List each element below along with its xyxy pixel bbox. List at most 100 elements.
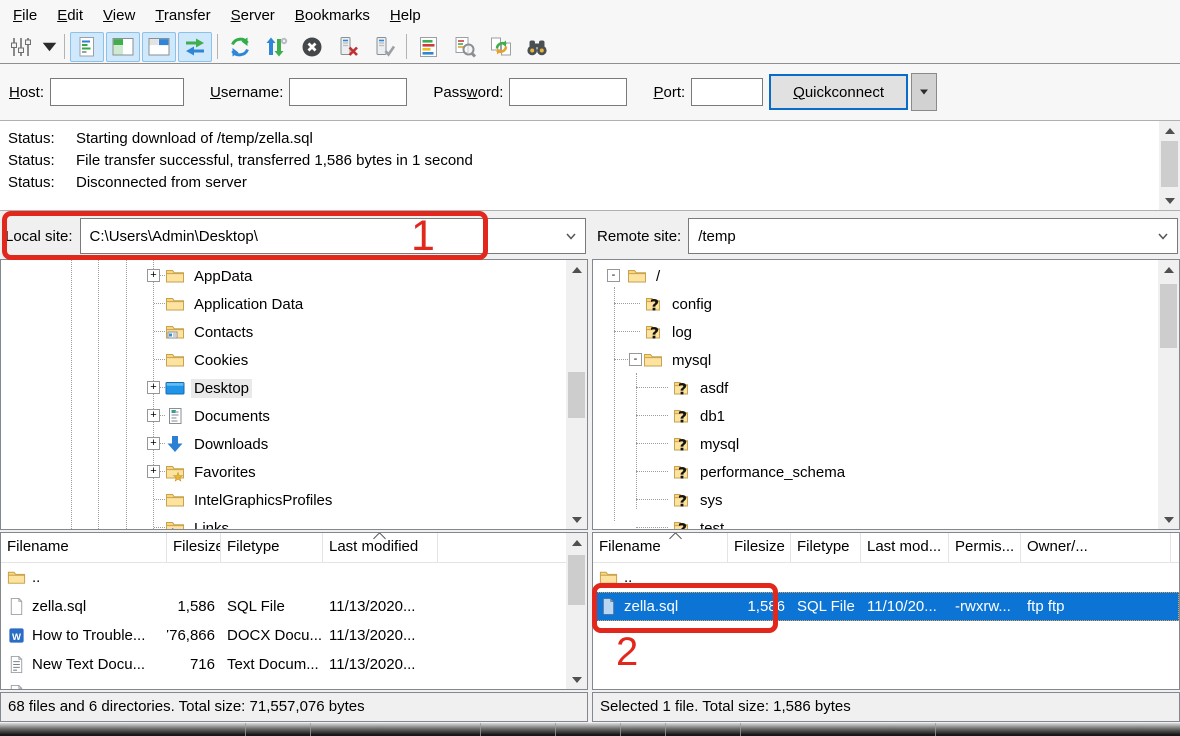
menu-view[interactable]: View [93, 3, 145, 28]
synchronized-browsing-button[interactable] [484, 32, 518, 62]
chevron-down-icon[interactable] [1156, 229, 1170, 243]
file-row-zella-sql[interactable]: zella.sql 1,586 SQL File 11/10/20... -rw… [593, 592, 1179, 621]
scroll-up-arrow[interactable] [1159, 121, 1180, 140]
expand-toggle[interactable]: + [147, 437, 160, 450]
file-row-zella-sql[interactable]: zella.sql 1,586 SQL File 11/13/2020... [1, 592, 587, 621]
expand-toggle[interactable]: + [147, 465, 160, 478]
tree-item-log[interactable]: log [593, 318, 1179, 346]
reconnect-button[interactable] [367, 32, 401, 62]
column-header-filetype[interactable]: Filetype [221, 533, 323, 562]
process-queue-icon [264, 35, 288, 59]
scroll-up-arrow[interactable] [566, 260, 587, 279]
menu-edit[interactable]: Edit [47, 3, 93, 28]
scroll-thumb[interactable] [568, 555, 585, 605]
find-files-button[interactable] [520, 32, 554, 62]
site-manager-button[interactable] [4, 32, 38, 62]
tree-item-cookies[interactable]: Cookies [1, 346, 587, 374]
column-header-filename[interactable]: Filename [593, 533, 728, 562]
quickconnect-button[interactable]: Quickconnect [769, 74, 908, 110]
tree-item-db1[interactable]: db1 [593, 402, 1179, 430]
tree-item-links[interactable]: Links [1, 514, 587, 530]
tree-item-test[interactable]: test [593, 514, 1179, 530]
cancel-button[interactable] [295, 32, 329, 62]
port-label: Port: [653, 84, 685, 101]
directory-listing-filters-button[interactable] [412, 32, 446, 62]
tree-item-root[interactable]: - / [593, 262, 1179, 290]
expand-toggle[interactable]: + [147, 269, 160, 282]
local-directory-tree: + AppData Application Data Contacts Cook… [0, 259, 588, 530]
folder-icon [165, 294, 185, 314]
tree-item-favorites[interactable]: + Favorites [1, 458, 587, 486]
column-header-filesize[interactable]: Filesize [167, 533, 221, 562]
file-row-parent-dir[interactable]: .. [593, 563, 1179, 592]
chevron-down-icon[interactable] [564, 229, 578, 243]
scroll-down-arrow[interactable] [566, 670, 587, 689]
column-header-filesize[interactable]: Filesize [728, 533, 791, 562]
file-row-parent-dir[interactable]: .. [1, 563, 587, 592]
tree-item-documents[interactable]: + Documents [1, 402, 587, 430]
remote-site-combo[interactable]: /temp [688, 218, 1178, 254]
log-scrollbar[interactable] [1159, 121, 1180, 210]
tree-item-sys[interactable]: sys [593, 486, 1179, 514]
scroll-thumb[interactable] [1160, 284, 1177, 348]
tree-item-mysql[interactable]: - mysql [593, 346, 1179, 374]
site-manager-dropdown-button[interactable] [40, 32, 59, 62]
tree-item-contacts[interactable]: Contacts [1, 318, 587, 346]
tree-item-intelgraphicsprofiles[interactable]: IntelGraphicsProfiles [1, 486, 587, 514]
comparison-icon [453, 35, 477, 59]
remote-tree-scrollbar[interactable] [1158, 260, 1179, 529]
file-name: .. [32, 569, 40, 586]
tree-item-appdata[interactable]: + AppData [1, 262, 587, 290]
column-header-last-modified[interactable]: Last mod... [861, 533, 949, 562]
scroll-down-arrow[interactable] [1158, 510, 1179, 529]
scroll-down-arrow[interactable] [566, 510, 587, 529]
menu-file[interactable]: File [3, 3, 47, 28]
scroll-thumb[interactable] [568, 372, 585, 418]
scroll-up-arrow[interactable] [566, 533, 587, 552]
username-input[interactable] [289, 78, 407, 106]
scroll-thumb[interactable] [1161, 141, 1178, 187]
column-header-filename[interactable]: Filename [1, 533, 167, 562]
port-input[interactable] [691, 78, 763, 106]
tree-item-asdf[interactable]: asdf [593, 374, 1179, 402]
log-line: Status: Starting download of /temp/zella… [0, 128, 1180, 150]
quickconnect-dropdown-button[interactable] [911, 73, 937, 111]
column-header-filetype[interactable]: Filetype [791, 533, 861, 562]
menu-help[interactable]: Help [380, 3, 431, 28]
disconnect-button[interactable] [331, 32, 365, 62]
host-input[interactable] [50, 78, 184, 106]
local-list-scrollbar[interactable] [566, 533, 587, 689]
expand-toggle[interactable]: - [629, 353, 642, 366]
file-name: zella.sql [624, 598, 678, 615]
expand-toggle[interactable]: + [147, 381, 160, 394]
toggle-message-log-button[interactable] [70, 32, 104, 62]
menu-bookmarks[interactable]: Bookmarks [285, 3, 380, 28]
expand-toggle[interactable]: - [607, 269, 620, 282]
menu-server[interactable]: Server [221, 3, 285, 28]
local-tree-scrollbar[interactable] [566, 260, 587, 529]
column-header-permissions[interactable]: Permis... [949, 533, 1021, 562]
expand-toggle[interactable]: + [147, 409, 160, 422]
toggle-remote-tree-button[interactable] [142, 32, 176, 62]
tree-item-mysql-db[interactable]: mysql [593, 430, 1179, 458]
scroll-up-arrow[interactable] [1158, 260, 1179, 279]
password-input[interactable] [509, 78, 627, 106]
toggle-transfer-queue-button[interactable] [178, 32, 212, 62]
process-queue-button[interactable] [259, 32, 293, 62]
toggle-local-tree-button[interactable] [106, 32, 140, 62]
tree-item-application-data[interactable]: Application Data [1, 290, 587, 318]
tree-item-config[interactable]: config [593, 290, 1179, 318]
menu-transfer[interactable]: Transfer [145, 3, 220, 28]
tree-item-desktop[interactable]: + Desktop [1, 374, 587, 402]
file-row-how-to-trouble[interactable]: How to Trouble... 776,866 DOCX Docu... 1… [1, 621, 587, 650]
directory-comparison-button[interactable] [448, 32, 482, 62]
column-header-owner[interactable]: Owner/... [1021, 533, 1171, 562]
local-site-combo[interactable]: C:\Users\Admin\Desktop\ [80, 218, 586, 254]
refresh-button[interactable] [223, 32, 257, 62]
tree-item-downloads[interactable]: + Downloads [1, 430, 587, 458]
file-row-partial [1, 679, 587, 690]
scroll-down-arrow[interactable] [1159, 191, 1180, 210]
tree-item-performance-schema[interactable]: performance_schema [593, 458, 1179, 486]
file-row-new-text-doc[interactable]: New Text Docu... 716 Text Docum... 11/13… [1, 650, 587, 679]
filter-icon [417, 35, 441, 59]
